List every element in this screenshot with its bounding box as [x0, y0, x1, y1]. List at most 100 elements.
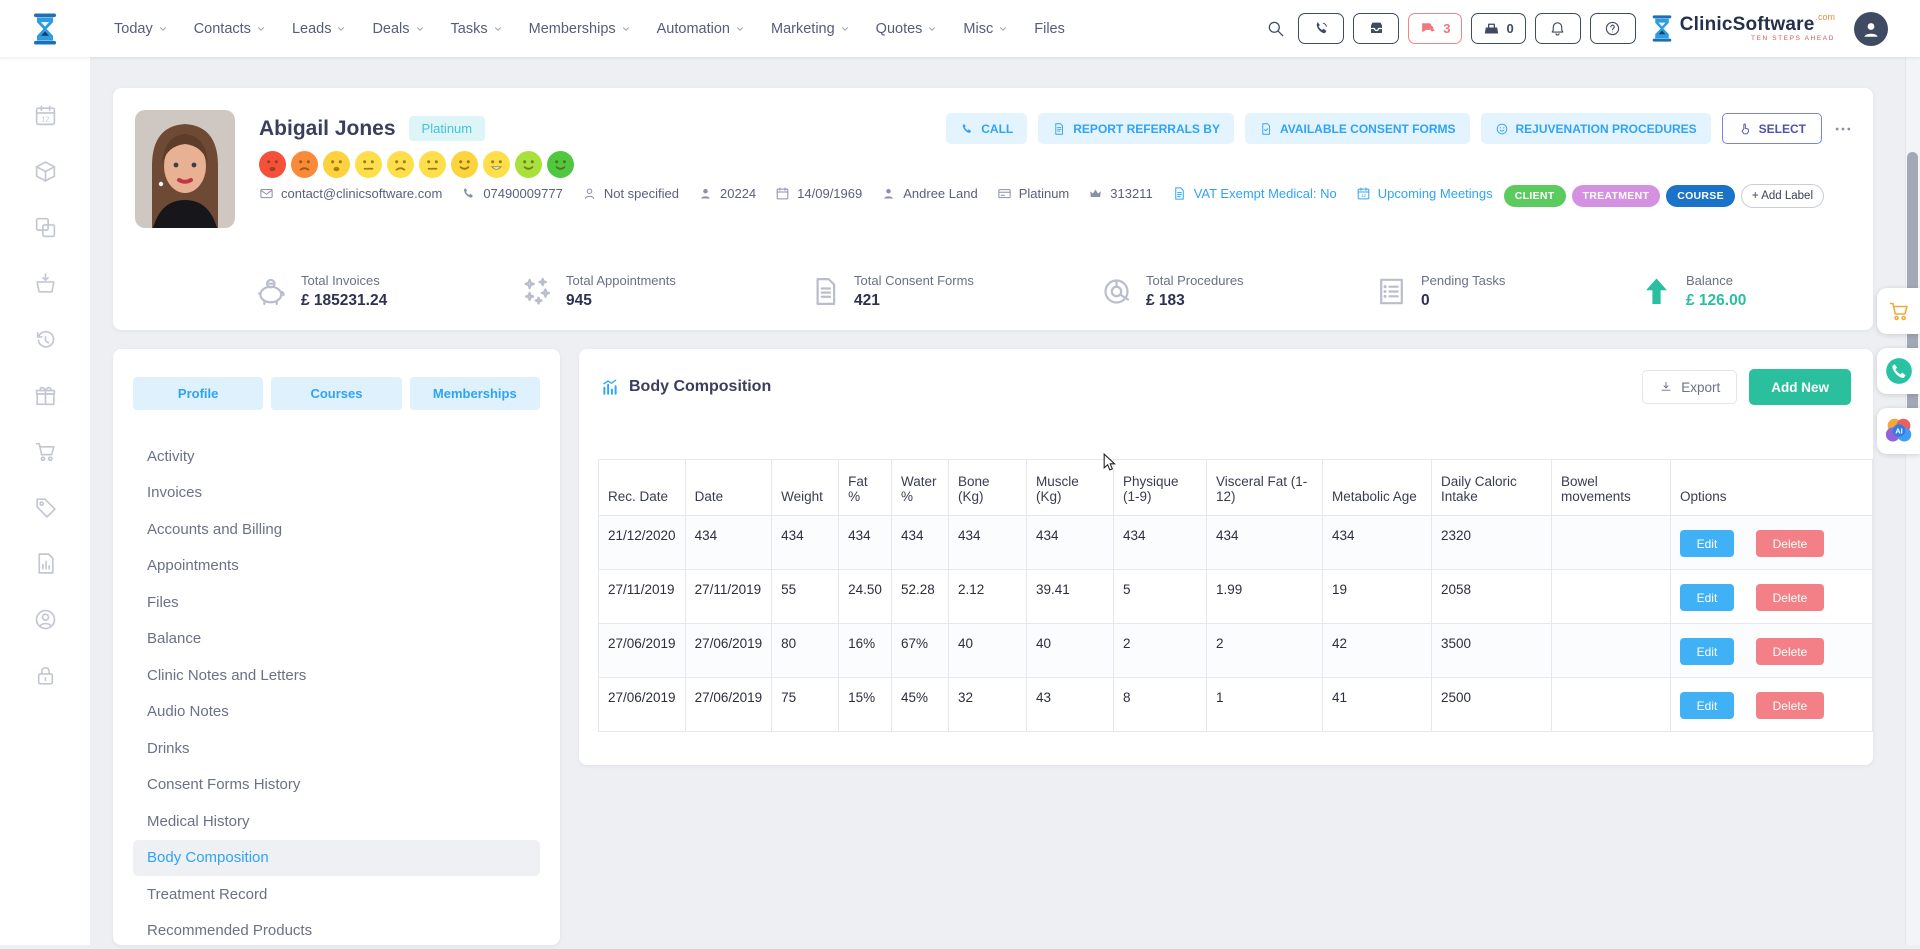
copy-icon[interactable]	[33, 215, 58, 240]
sidebar-item-accounts-and-billing[interactable]: Accounts and Billing	[133, 511, 540, 548]
nav-item-quotes[interactable]: Quotes	[876, 21, 938, 37]
edit-button[interactable]: Edit	[1680, 692, 1734, 719]
edit-button[interactable]: Edit	[1680, 638, 1734, 665]
export-button[interactable]: Export	[1642, 370, 1737, 404]
tab-courses[interactable]: Courses	[271, 377, 401, 410]
more-options-icon[interactable]	[1833, 119, 1853, 139]
table-cell: 434	[685, 516, 772, 570]
satisfaction-emoji-2[interactable]	[291, 151, 318, 178]
sidebar-item-treatment-record[interactable]: Treatment Record	[133, 876, 540, 913]
sidebar-item-clinic-notes-and-letters[interactable]: Clinic Notes and Letters	[133, 657, 540, 694]
arrow-up-icon	[1640, 275, 1673, 308]
nav-item-memberships[interactable]: Memberships	[529, 21, 631, 37]
chat-button[interactable]: 3	[1408, 13, 1462, 44]
price-tag-icon[interactable]	[33, 495, 58, 520]
table-cell: 41	[1322, 678, 1431, 732]
satisfaction-emoji-4[interactable]	[355, 151, 382, 178]
floating-cart-widget[interactable]	[1877, 288, 1920, 334]
tab-profile[interactable]: Profile	[133, 377, 263, 410]
chevron-down-icon	[998, 24, 1008, 34]
nav-item-today[interactable]: Today	[114, 21, 168, 37]
satisfaction-emoji-9[interactable]	[515, 151, 542, 178]
edit-button[interactable]: Edit	[1680, 584, 1734, 611]
basket-icon[interactable]	[33, 271, 58, 296]
floating-call-widget[interactable]	[1877, 348, 1920, 394]
gift-icon[interactable]	[33, 383, 58, 408]
sidebar-item-appointments[interactable]: Appointments	[133, 548, 540, 585]
select-hand-icon	[1738, 122, 1752, 136]
contact-text: Not specified	[604, 186, 679, 201]
select-button[interactable]: SELECT	[1722, 113, 1822, 144]
report-referrals-by-button[interactable]: REPORT REFERRALS BY	[1038, 113, 1234, 144]
package-icon[interactable]	[33, 159, 58, 184]
nav-item-misc[interactable]: Misc	[963, 21, 1008, 37]
delete-button[interactable]: Delete	[1756, 692, 1824, 719]
sidebar-item-recommended-products[interactable]: Recommended Products	[133, 913, 540, 949]
account-icon[interactable]	[33, 607, 58, 632]
inbox-button[interactable]	[1353, 13, 1399, 44]
nav-item-marketing[interactable]: Marketing	[771, 21, 850, 37]
register-button[interactable]: 0	[1471, 13, 1525, 44]
contact-upcoming-meetings[interactable]: 12Upcoming Meetings	[1356, 186, 1493, 201]
nav-item-deals[interactable]: Deals	[372, 21, 424, 37]
column-header-physique-1-9: Physique (1-9)	[1113, 460, 1206, 516]
satisfaction-emoji-5[interactable]	[387, 151, 414, 178]
label-tag-client[interactable]: CLIENT	[1504, 185, 1566, 207]
edit-button[interactable]: Edit	[1680, 530, 1734, 557]
app-logo[interactable]	[0, 12, 90, 46]
card-icon	[997, 186, 1012, 201]
label-tag-treatment[interactable]: TREATMENT	[1572, 185, 1661, 207]
delete-button[interactable]: Delete	[1756, 638, 1824, 665]
satisfaction-emoji-3[interactable]	[323, 151, 350, 178]
history-icon[interactable]	[33, 327, 58, 352]
report-chart-icon[interactable]	[33, 551, 58, 576]
satisfaction-emoji-6[interactable]	[419, 151, 446, 178]
user-avatar[interactable]	[1854, 12, 1888, 46]
satisfaction-emoji-10[interactable]	[547, 151, 574, 178]
available-consent-forms-button[interactable]: AVAILABLE CONSENT FORMS	[1245, 113, 1470, 144]
sidebar-item-invoices[interactable]: Invoices	[133, 475, 540, 512]
rejuvenation-procedures-button[interactable]: REJUVENATION PROCEDURES	[1481, 113, 1711, 144]
stat-total-appointments: Total Appointments945	[520, 273, 676, 310]
sidebar-item-drinks[interactable]: Drinks	[133, 730, 540, 767]
nav-item-files[interactable]: Files	[1034, 21, 1065, 37]
label-tag-course[interactable]: COURSE	[1666, 185, 1735, 207]
call-button[interactable]: CALL	[946, 113, 1027, 144]
delete-button[interactable]: Delete	[1756, 530, 1824, 557]
sidebar-item-body-composition[interactable]: Body Composition	[133, 840, 540, 877]
satisfaction-emoji-8[interactable]	[483, 151, 510, 178]
delete-button[interactable]: Delete	[1756, 584, 1824, 611]
sidebar-item-balance[interactable]: Balance	[133, 621, 540, 658]
column-header-metabolic-age: Metabolic Age	[1322, 460, 1431, 516]
sidebar-item-medical-history[interactable]: Medical History	[133, 803, 540, 840]
sidebar-item-activity[interactable]: Activity	[133, 438, 540, 475]
tab-memberships[interactable]: Memberships	[410, 377, 540, 410]
notifications-button[interactable]	[1535, 13, 1581, 44]
add-new-button[interactable]: Add New	[1749, 369, 1851, 405]
nav-item-contacts[interactable]: Contacts	[194, 21, 266, 37]
sidebar-item-audio-notes[interactable]: Audio Notes	[133, 694, 540, 731]
add-label-button[interactable]: + Add Label	[1741, 184, 1824, 208]
calendar-12-icon[interactable]: 12	[33, 103, 58, 128]
nav-item-tasks[interactable]: Tasks	[451, 21, 503, 37]
sidebar-item-consent-forms-history[interactable]: Consent Forms History	[133, 767, 540, 804]
satisfaction-emoji-1[interactable]	[259, 151, 286, 178]
sidebar-item-files[interactable]: Files	[133, 584, 540, 621]
table-cell: 19	[1322, 570, 1431, 624]
satisfaction-scale	[259, 151, 574, 178]
contact-vat-exempt-medical-no[interactable]: VAT Exempt Medical: No	[1172, 186, 1337, 201]
phone-icon	[461, 186, 476, 201]
table-cell: 2058	[1431, 570, 1551, 624]
dialer-button[interactable]	[1298, 13, 1344, 44]
cart-icon[interactable]	[33, 439, 58, 464]
question-icon	[1604, 20, 1621, 37]
stat-value: 421	[854, 292, 974, 310]
search-icon[interactable]	[1266, 19, 1285, 38]
nav-item-leads[interactable]: Leads	[292, 21, 347, 37]
nav-item-automation[interactable]: Automation	[657, 21, 745, 37]
lock-icon[interactable]	[33, 663, 58, 688]
help-button[interactable]	[1590, 13, 1636, 44]
table-cell: 2320	[1431, 516, 1551, 570]
satisfaction-emoji-7[interactable]	[451, 151, 478, 178]
floating-ai-widget[interactable]: AI	[1877, 408, 1920, 454]
